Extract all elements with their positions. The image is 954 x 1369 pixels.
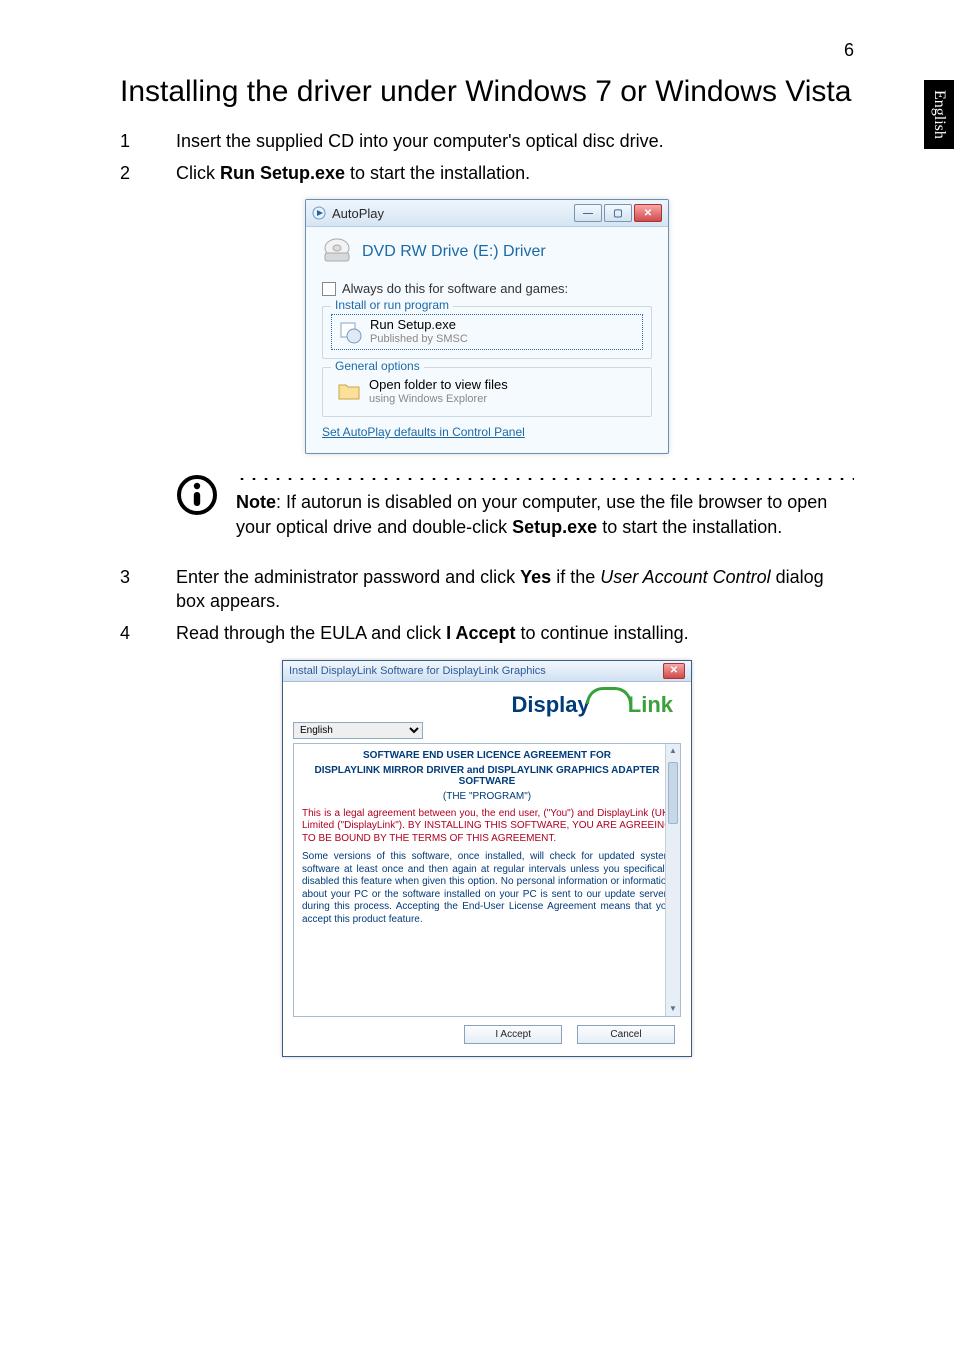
doc-page: 6 Installing the driver under Windows 7 … (0, 0, 954, 1115)
step-number: 4 (120, 621, 176, 645)
checkbox-icon[interactable] (322, 282, 336, 296)
bold-text: Setup.exe (512, 517, 597, 537)
run-title: Run Setup.exe (370, 318, 468, 333)
logo-part-a: Display (512, 692, 590, 717)
text: Read through the EULA and click (176, 623, 446, 643)
cancel-button[interactable]: Cancel (577, 1025, 675, 1044)
step-text: Click Run Setup.exe to start the install… (176, 161, 854, 185)
drive-label: DVD RW Drive (E:) Driver (362, 243, 546, 261)
window-minimize-button[interactable]: — (574, 204, 602, 222)
window-titlebar: AutoPlay — ▢ ✕ (306, 200, 668, 227)
group-legend: General options (331, 359, 424, 373)
always-do-this-row[interactable]: Always do this for software and games: (322, 281, 652, 296)
group-legend: Install or run program (331, 298, 453, 312)
step-text: Read through the EULA and click I Accept… (176, 621, 854, 645)
installer-icon (338, 320, 362, 344)
displaylink-logo: Display Link (512, 692, 674, 717)
eula-heading-3: (THE "PROGRAM") (302, 791, 672, 802)
eula-red-text: This is a legal agreement between you, t… (302, 808, 672, 846)
step-1: 1 Insert the supplied CD into your compu… (120, 129, 854, 153)
step-number: 1 (120, 129, 176, 153)
displaylink-figure: Install DisplayLink Software for Display… (120, 660, 854, 1057)
text: to start the installation. (345, 163, 530, 183)
page-title: Installing the driver under Windows 7 or… (120, 73, 854, 111)
note-icon (176, 474, 218, 516)
dots-divider (236, 472, 854, 482)
logo-arc-icon (586, 687, 632, 704)
autoplay-icon (312, 206, 326, 220)
logo-part-b: Link (628, 692, 673, 717)
i-accept-button[interactable]: I Accept (464, 1025, 562, 1044)
text: to start the installation. (597, 517, 782, 537)
step-4: 4 Read through the EULA and click I Acce… (120, 621, 854, 645)
text: to continue installing. (516, 623, 689, 643)
bold-text: Run Setup.exe (220, 163, 345, 183)
text: Click (176, 163, 220, 183)
open-folder-item[interactable]: Open folder to view files using Windows … (331, 375, 643, 409)
note-block: Note: If autorun is disabled on your com… (176, 472, 854, 539)
steps-list-2: 3 Enter the administrator password and c… (120, 565, 854, 646)
window-title: AutoPlay (332, 206, 384, 221)
eula-heading-1: SOFTWARE END USER LICENCE AGREEMENT FOR (302, 750, 672, 761)
note-label: Note (236, 492, 276, 512)
open-sub: using Windows Explorer (369, 393, 508, 406)
step-text: Enter the administrator password and cli… (176, 565, 854, 614)
always-label: Always do this for software and games: (342, 281, 568, 296)
language-select[interactable]: English (293, 722, 423, 739)
bold-text: Yes (520, 567, 551, 587)
folder-icon (337, 379, 361, 403)
general-group: General options Open folder to view file… (322, 367, 652, 418)
autoplay-figure: AutoPlay — ▢ ✕ DVD RW Drive (E:) Driver (120, 199, 854, 454)
steps-list: 1 Insert the supplied CD into your compu… (120, 129, 854, 186)
dl-titlebar: Install DisplayLink Software for Display… (283, 661, 691, 682)
eula-heading-2: DISPLAYLINK MIRROR DRIVER and DISPLAYLIN… (302, 765, 672, 787)
run-setup-item[interactable]: Run Setup.exe Published by SMSC (331, 314, 643, 350)
install-group: Install or run program Run Setup.exe Pub… (322, 306, 652, 359)
window-maximize-button[interactable]: ▢ (604, 204, 632, 222)
bold-text: I Accept (446, 623, 515, 643)
step-number: 3 (120, 565, 176, 614)
scrollbar[interactable]: ▲ ▼ (665, 744, 680, 1016)
eula-box: SOFTWARE END USER LICENCE AGREEMENT FOR … (293, 743, 681, 1017)
step-number: 2 (120, 161, 176, 185)
scroll-thumb[interactable] (668, 762, 678, 824)
scroll-down-icon[interactable]: ▼ (666, 1002, 680, 1016)
italic-text: User Account Control (600, 567, 770, 587)
step-text: Insert the supplied CD into your compute… (176, 129, 854, 153)
disc-drive-icon (322, 237, 352, 267)
run-publisher: Published by SMSC (370, 333, 468, 346)
note-text: Note: If autorun is disabled on your com… (236, 490, 854, 539)
step-3: 3 Enter the administrator password and c… (120, 565, 854, 614)
drive-row: DVD RW Drive (E:) Driver (322, 237, 652, 267)
autoplay-window: AutoPlay — ▢ ✕ DVD RW Drive (E:) Driver (305, 199, 669, 454)
step-2: 2 Click Run Setup.exe to start the insta… (120, 161, 854, 185)
window-close-button[interactable]: ✕ (663, 663, 685, 679)
dl-window-title: Install DisplayLink Software for Display… (289, 665, 546, 677)
text: Enter the administrator password and cli… (176, 567, 520, 587)
displaylink-window: Install DisplayLink Software for Display… (282, 660, 692, 1057)
scroll-up-icon[interactable]: ▲ (666, 744, 680, 758)
window-close-button[interactable]: ✕ (634, 204, 662, 222)
page-number: 6 (120, 40, 854, 61)
text: if the (551, 567, 600, 587)
dl-logo-row: Display Link (283, 682, 691, 722)
eula-blue-text: Some versions of this software, once ins… (302, 851, 672, 926)
open-title: Open folder to view files (369, 378, 508, 393)
autoplay-defaults-link[interactable]: Set AutoPlay defaults in Control Panel (322, 425, 652, 439)
